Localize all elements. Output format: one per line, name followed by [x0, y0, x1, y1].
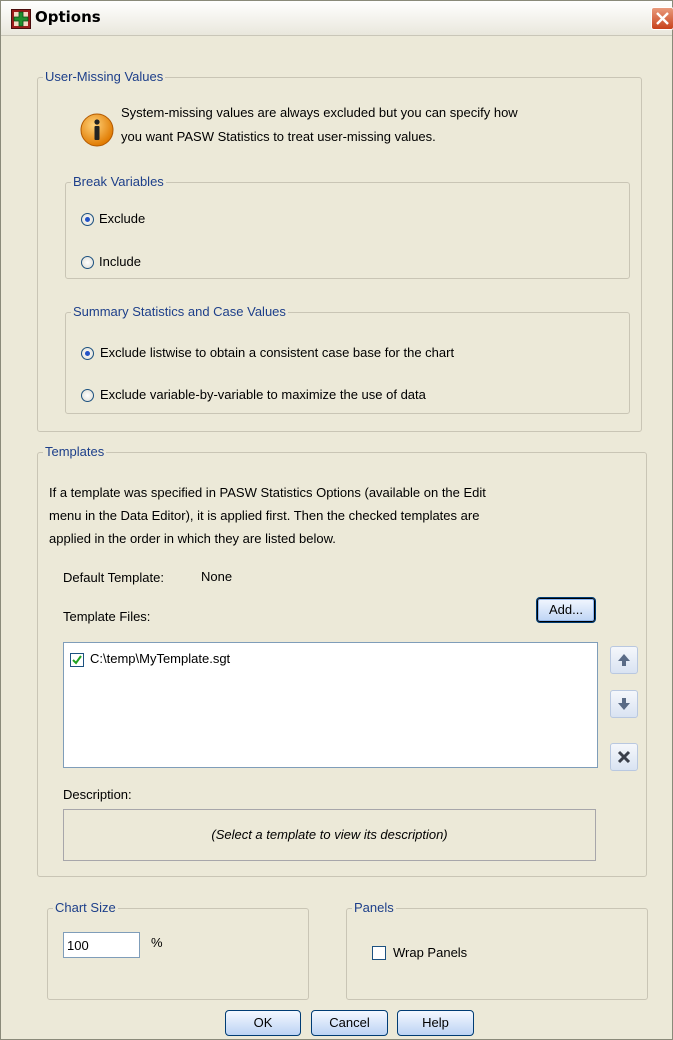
options-dialog: Options User-Missing Values System-missi…: [0, 0, 673, 1040]
user-missing-values-legend: User-Missing Values: [43, 69, 166, 84]
wrap-panels-label[interactable]: Wrap Panels: [393, 943, 467, 963]
summary-statistics-legend: Summary Statistics and Case Values: [71, 304, 288, 319]
default-template-label: Default Template:: [63, 570, 164, 585]
summary-variable-radio[interactable]: [81, 389, 94, 402]
description-placeholder: (Select a template to view its descripti…: [211, 827, 448, 842]
wrap-panels-checkbox[interactable]: [372, 946, 386, 960]
user-missing-info-line1: System-missing values are always exclude…: [121, 105, 518, 120]
description-label: Description:: [63, 787, 132, 802]
info-icon: [80, 113, 114, 147]
arrow-down-icon: [618, 698, 630, 710]
add-template-button[interactable]: Add...: [536, 597, 596, 623]
templates-info-line2: menu in the Data Editor), it is applied …: [49, 508, 480, 523]
checkmark-icon: [72, 655, 82, 665]
chart-size-unit: %: [151, 935, 163, 950]
templates-info-line3: applied in the order in which they are l…: [49, 531, 336, 546]
description-box: (Select a template to view its descripti…: [63, 809, 596, 861]
template-files-label: Template Files:: [63, 609, 151, 624]
ok-button[interactable]: OK: [225, 1010, 301, 1036]
move-down-button[interactable]: [610, 690, 638, 718]
default-template-value: None: [201, 569, 233, 584]
arrow-up-icon: [618, 654, 630, 666]
template-file-path: C:\temp\MyTemplate.sgt: [90, 651, 231, 666]
help-button[interactable]: Help: [397, 1010, 474, 1036]
break-variables-legend: Break Variables: [71, 174, 166, 189]
break-include-radio[interactable]: [81, 256, 94, 269]
summary-listwise-label[interactable]: Exclude listwise to obtain a consistent …: [100, 343, 454, 363]
panels-group: Panels: [346, 900, 648, 1000]
title-bar[interactable]: Options: [1, 1, 673, 36]
close-button[interactable]: [651, 7, 673, 30]
templates-info-line1: If a template was specified in PASW Stat…: [49, 485, 486, 500]
break-include-label[interactable]: Include: [99, 252, 141, 272]
panels-legend: Panels: [352, 900, 396, 915]
remove-template-button[interactable]: [610, 743, 638, 771]
chart-size-input[interactable]: [63, 932, 140, 958]
break-exclude-label[interactable]: Exclude: [99, 209, 145, 229]
summary-variable-label[interactable]: Exclude variable-by-variable to maximize…: [100, 385, 426, 405]
move-up-button[interactable]: [610, 646, 638, 674]
break-variables-group: Break Variables: [65, 174, 630, 279]
template-file-checkbox[interactable]: [70, 653, 84, 667]
templates-legend: Templates: [43, 444, 107, 459]
delete-x-icon: [617, 750, 631, 764]
window-title: Options: [35, 8, 101, 26]
chart-builder-icon: [11, 9, 31, 29]
close-icon: [656, 12, 669, 25]
user-missing-info-line2: you want PASW Statistics to treat user-m…: [121, 129, 436, 144]
chart-size-legend: Chart Size: [53, 900, 118, 915]
template-files-list[interactable]: C:\temp\MyTemplate.sgt: [63, 642, 598, 768]
break-exclude-radio[interactable]: [81, 213, 94, 226]
cancel-button[interactable]: Cancel: [311, 1010, 388, 1036]
summary-listwise-radio[interactable]: [81, 347, 94, 360]
